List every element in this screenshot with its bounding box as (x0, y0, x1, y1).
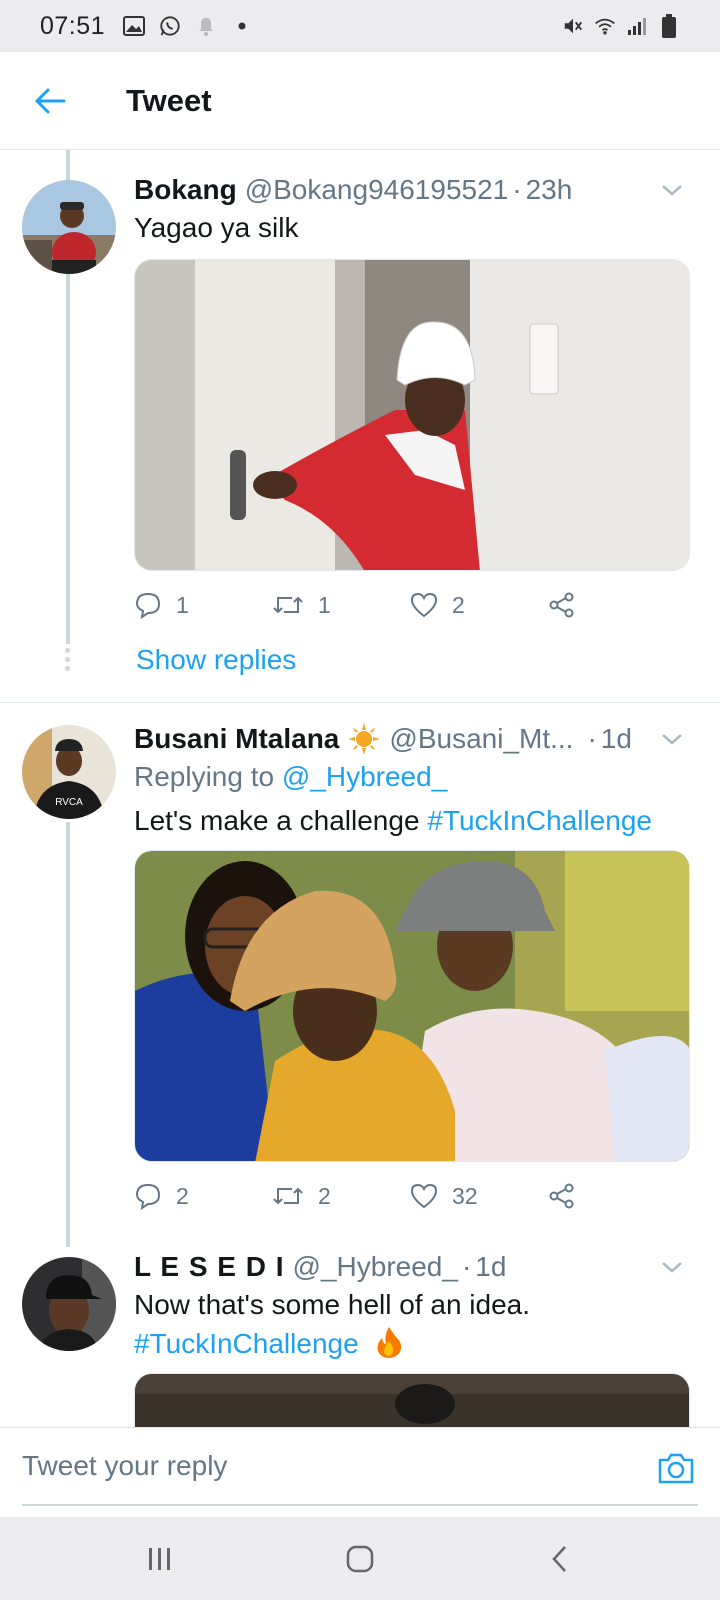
like-button[interactable]: 32 (410, 1183, 548, 1210)
author-handle[interactable]: @Bokang946195521 (245, 172, 509, 208)
hashtag-link[interactable]: #TuckInChallenge (427, 805, 652, 836)
reply-button[interactable]: 1 (134, 591, 272, 619)
hashtag-link[interactable]: #TuckInChallenge (134, 1328, 359, 1359)
system-nav-bar (0, 1517, 720, 1600)
share-icon (549, 592, 574, 618)
nav-back-button[interactable] (530, 1529, 590, 1589)
tweet-body: Busani Mtalana @Busani_Mt... · 1d Replyi… (134, 721, 690, 1218)
author-name[interactable]: Busani Mtalana (134, 721, 339, 757)
camera-icon[interactable] (656, 1448, 696, 1488)
separator: · (512, 174, 522, 205)
tweet-text: Yagao ya silk (134, 212, 299, 243)
status-bar: 07:51 (0, 0, 720, 52)
tweet-body: Bokang @Bokang946195521 · 23h Yagao ya s… (134, 172, 690, 627)
retweet-icon (273, 1187, 303, 1205)
tweet-thread[interactable]: Bokang @Bokang946195521 · 23h Yagao ya s… (0, 150, 720, 1427)
share-button[interactable] (548, 1182, 686, 1210)
fire-emoji-icon (377, 1327, 402, 1358)
separator: · (461, 1251, 472, 1282)
like-count: 2 (452, 591, 465, 618)
retweet-icon (273, 596, 303, 614)
home-button[interactable] (330, 1529, 390, 1589)
recent-apps-button[interactable] (130, 1529, 190, 1589)
heart-icon (410, 592, 438, 618)
tweet-timestamp: 1d (600, 723, 632, 754)
battery-icon (658, 14, 680, 38)
retweet-button[interactable]: 1 (272, 592, 410, 619)
tweet-media-image[interactable] (134, 850, 690, 1162)
status-right-icons (562, 14, 680, 38)
chevron-down-icon[interactable] (658, 176, 686, 204)
tweet-text: Let's make a challenge #TuckInChallenge (134, 801, 686, 840)
reply-count: 1 (176, 591, 189, 618)
svg-text:RVCA: RVCA (55, 797, 83, 808)
reply-button[interactable]: 2 (134, 1182, 272, 1210)
reply-composer: Tweet your reply (0, 1427, 720, 1517)
tweet-header: Busani Mtalana @Busani_Mt... · 1d (134, 721, 686, 757)
retweet-count: 2 (318, 1182, 331, 1209)
tweet-actions: 1 1 2 (134, 583, 686, 627)
chevron-down-icon[interactable] (658, 725, 686, 753)
reply-count: 2 (176, 1182, 189, 1209)
like-button[interactable]: 2 (410, 592, 548, 619)
recent-apps-icon (149, 1547, 170, 1570)
tweet-timestamp: 23h (525, 174, 573, 205)
tweet[interactable]: RVCA Busani Mtalana @Busani_Mt... · 1d R… (0, 703, 720, 1243)
app-header: Tweet (0, 52, 720, 150)
sun-emoji-icon (348, 723, 381, 755)
status-left-icons (123, 15, 253, 37)
tweet-timestamp: 1d (475, 1251, 507, 1282)
wifi-icon (594, 15, 616, 37)
retweet-count: 1 (318, 591, 331, 618)
reply-input[interactable]: Tweet your reply (22, 1450, 227, 1482)
replying-to: Replying to @_Hybreed_ (134, 757, 686, 797)
show-replies-link[interactable]: Show replies (136, 644, 296, 676)
avatar[interactable] (22, 180, 116, 274)
status-time: 07:51 (40, 11, 106, 40)
tweet-actions: 2 2 32 (134, 1174, 686, 1218)
reply-icon (135, 592, 161, 619)
dot-icon (231, 15, 253, 37)
replying-prefix: Replying to (134, 761, 275, 792)
mute-icon (562, 15, 584, 37)
whatsapp-icon (159, 15, 181, 37)
tweet-text: Now that's some hell of an idea. (134, 1289, 531, 1320)
reply-icon (135, 1183, 161, 1210)
arrow-left-icon (35, 88, 66, 113)
avatar[interactable] (22, 1257, 116, 1351)
reply-input-underline (22, 1504, 698, 1506)
tweet-media-image[interactable] (134, 259, 690, 571)
back-icon (552, 1545, 566, 1572)
chevron-down-icon[interactable] (658, 1253, 686, 1281)
page-title: Tweet (126, 82, 212, 118)
author-name[interactable]: Bokang (134, 172, 237, 208)
tweet-text-body: Let's make a challenge (134, 805, 420, 836)
tweet-media-image[interactable] (134, 1373, 690, 1427)
separator: · (587, 723, 597, 754)
like-count: 32 (452, 1182, 478, 1209)
share-icon (549, 1183, 574, 1209)
share-button[interactable] (548, 591, 686, 619)
image-icon (123, 15, 146, 37)
avatar[interactable]: RVCA (22, 725, 116, 819)
back-button[interactable] (0, 52, 100, 150)
home-icon (346, 1545, 374, 1572)
author-handle[interactable]: @Busani_Mt... (389, 721, 573, 757)
author-name[interactable]: L E S E D I (134, 1249, 285, 1285)
tweet[interactable]: L E S E D I @_Hybreed_ · 1d Now that's s… (0, 1243, 720, 1427)
notification-icon (195, 15, 217, 37)
signal-icon (626, 15, 648, 37)
tweet-header: L E S E D I @_Hybreed_ · 1d (134, 1249, 686, 1285)
heart-icon (410, 1183, 438, 1209)
tweet-body: L E S E D I @_Hybreed_ · 1d Now that's s… (134, 1249, 690, 1427)
tweet[interactable]: Bokang @Bokang946195521 · 23h Yagao ya s… (0, 150, 720, 702)
tweet-hashtag-line: #TuckInChallenge (134, 1324, 686, 1363)
author-handle[interactable]: @_Hybreed_ (293, 1249, 458, 1285)
replying-to-handle[interactable]: @_Hybreed_ (282, 761, 447, 792)
tweet-header: Bokang @Bokang946195521 · 23h (134, 172, 686, 208)
retweet-button[interactable]: 2 (272, 1183, 410, 1210)
